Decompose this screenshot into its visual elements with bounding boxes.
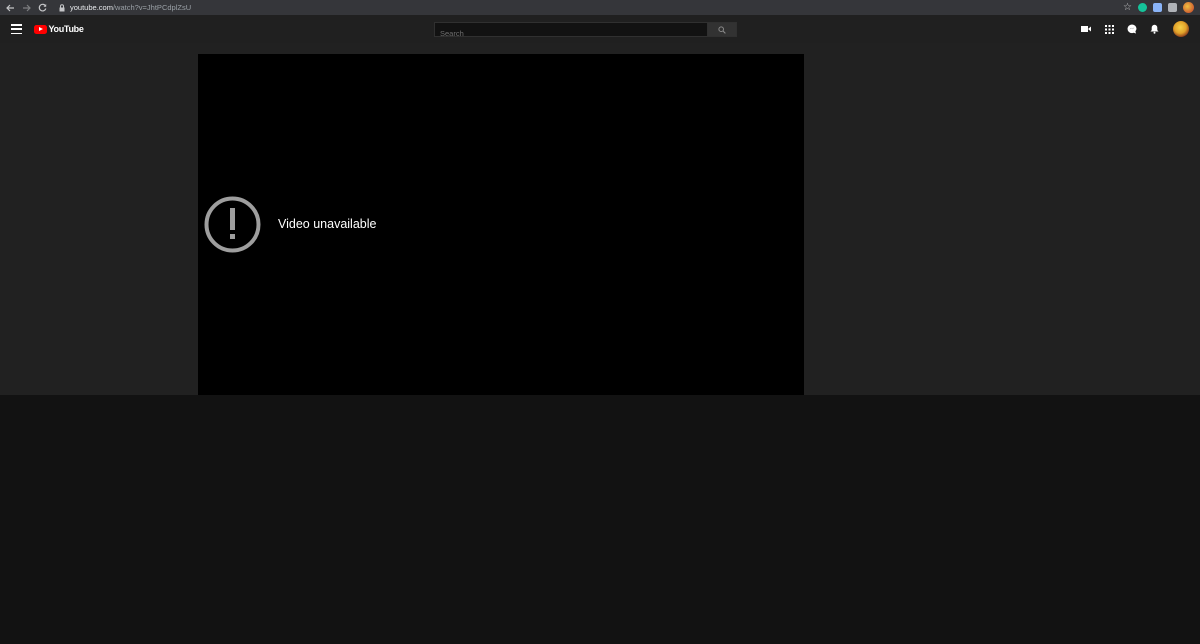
notifications-bell-icon[interactable]	[1149, 24, 1159, 34]
video-unavailable-message: Video unavailable	[278, 217, 377, 231]
reload-icon[interactable]	[34, 0, 50, 15]
extension-translate-icon[interactable]	[1153, 3, 1162, 12]
bookmark-star-icon[interactable]: ☆	[1123, 2, 1132, 13]
url-text[interactable]: youtube.com/watch?v=JhtPCdplZsU	[70, 3, 191, 12]
account-avatar[interactable]	[1173, 21, 1189, 37]
extension-grammarly-icon[interactable]	[1138, 3, 1147, 12]
exclamation-circle-icon	[204, 196, 261, 253]
browser-extensions: ☆	[1123, 0, 1194, 15]
back-icon[interactable]	[2, 0, 18, 15]
lock-icon	[58, 3, 66, 12]
youtube-masthead: YouTube	[0, 15, 1200, 43]
youtube-logo-text: YouTube	[48, 24, 84, 34]
youtube-logo-icon	[34, 24, 47, 34]
url-host: youtube.com	[70, 3, 113, 12]
search-box[interactable]	[434, 22, 708, 40]
search-input[interactable]	[435, 27, 707, 40]
extension-grey-icon[interactable]	[1168, 3, 1177, 12]
search-icon	[718, 25, 726, 34]
search-button[interactable]	[707, 22, 737, 37]
youtube-logo[interactable]: YouTube	[34, 23, 84, 35]
menu-icon[interactable]	[11, 24, 22, 34]
create-video-icon[interactable]	[1081, 24, 1091, 34]
messages-icon[interactable]	[1127, 24, 1137, 34]
forward-icon[interactable]	[18, 0, 34, 15]
browser-toolbar: youtube.com/watch?v=JhtPCdplZsU ☆	[0, 0, 1200, 15]
apps-grid-icon[interactable]	[1104, 24, 1114, 34]
url-path: /watch?v=JhtPCdplZsU	[112, 3, 192, 12]
address-bar[interactable]: youtube.com/watch?v=JhtPCdplZsU	[58, 0, 191, 15]
below-player-area	[0, 395, 1200, 644]
browser-profile-avatar[interactable]	[1183, 2, 1194, 13]
